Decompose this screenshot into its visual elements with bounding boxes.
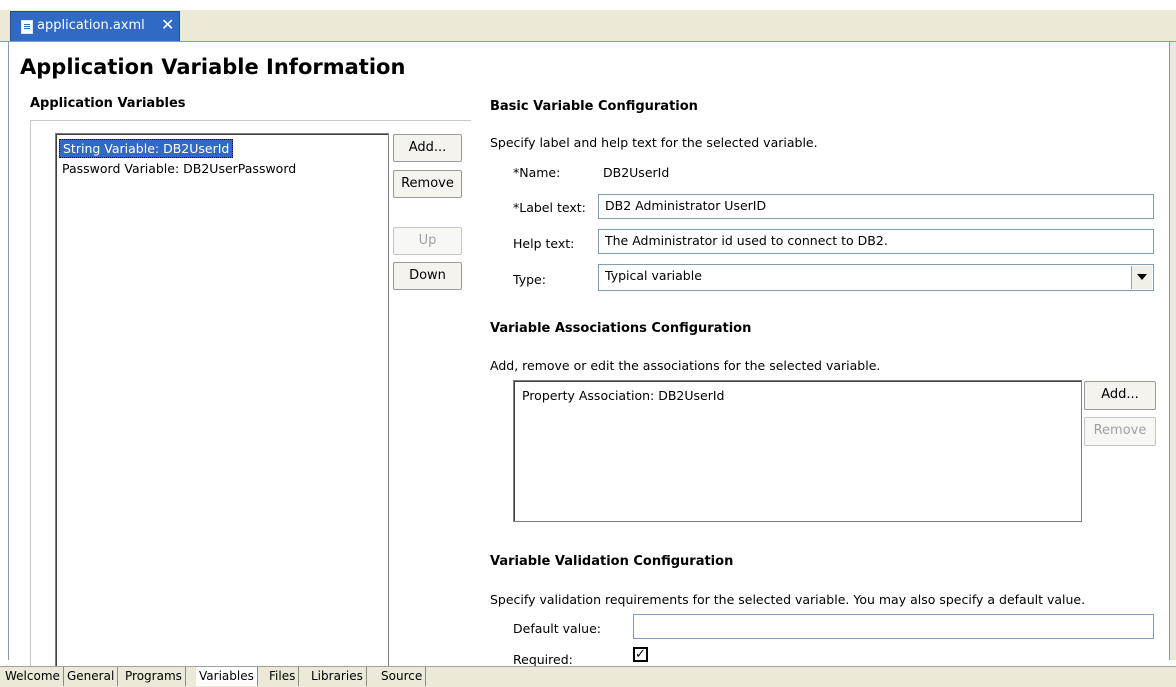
chevron-down-icon[interactable]	[1131, 266, 1152, 289]
page-tabs: Welcome General Programs Variables Files…	[0, 666, 1176, 687]
tab-variables[interactable]: Variables	[196, 667, 258, 686]
tab-programs[interactable]: Programs	[122, 667, 186, 686]
variables-add-button[interactable]: Add...	[393, 134, 462, 162]
type-label: Type:	[513, 272, 546, 287]
associations-list[interactable]: Property Association: DB2UserId	[513, 380, 1082, 522]
list-item-selected[interactable]: String Variable: DB2UserId	[59, 139, 234, 158]
associations-add-button[interactable]: Add...	[1084, 381, 1156, 410]
label-text-label: *Label text:	[513, 200, 586, 215]
file-icon	[21, 20, 33, 34]
variables-list[interactable]: String Variable: DB2UserId Password Vari…	[55, 133, 389, 668]
tab-files[interactable]: Files	[266, 667, 300, 686]
associations-remove-button[interactable]: Remove	[1084, 417, 1156, 446]
basic-config-description: Specify label and help text for the sele…	[490, 135, 818, 150]
editor-tab-application-axml[interactable]: application.axml ✕	[10, 11, 180, 41]
validation-description: Specify validation requirements for the …	[490, 592, 1086, 607]
close-icon[interactable]: ✕	[161, 15, 174, 34]
associations-heading: Variable Associations Configuration	[490, 321, 752, 336]
list-item[interactable]: Property Association: DB2UserId	[522, 388, 725, 403]
type-select[interactable]: Typical variable	[598, 264, 1154, 291]
default-value-field[interactable]	[633, 614, 1154, 639]
basic-config-heading: Basic Variable Configuration	[490, 99, 698, 114]
tab-general[interactable]: General	[64, 667, 119, 686]
page-title: Application Variable Information	[20, 55, 406, 79]
editor-tab-title: application.axml	[37, 18, 145, 33]
help-text-label: Help text:	[513, 236, 575, 251]
required-checkbox[interactable]: ✓	[633, 647, 648, 662]
tab-source[interactable]: Source	[378, 667, 427, 686]
tab-libraries[interactable]: Libraries	[308, 667, 367, 686]
vertical-scrollbar[interactable]	[1170, 42, 1176, 660]
validation-heading: Variable Validation Configuration	[490, 554, 734, 569]
label-text-field[interactable]: DB2 Administrator UserID	[598, 194, 1154, 219]
name-label: *Name:	[513, 165, 561, 180]
variables-remove-button[interactable]: Remove	[393, 170, 462, 198]
name-value: DB2UserId	[603, 165, 670, 180]
default-value-label: Default value:	[513, 621, 602, 636]
list-item[interactable]: Password Variable: DB2UserPassword	[62, 161, 296, 176]
variables-up-button[interactable]: Up	[393, 227, 462, 255]
application-variables-heading: Application Variables	[30, 96, 186, 111]
required-label: Required:	[513, 652, 573, 667]
help-text-field[interactable]: The Administrator id used to connect to …	[598, 229, 1154, 254]
type-select-value: Typical variable	[605, 268, 702, 283]
associations-description: Add, remove or edit the associations for…	[490, 358, 881, 373]
tab-welcome[interactable]: Welcome	[2, 667, 64, 686]
variables-down-button[interactable]: Down	[393, 262, 462, 290]
